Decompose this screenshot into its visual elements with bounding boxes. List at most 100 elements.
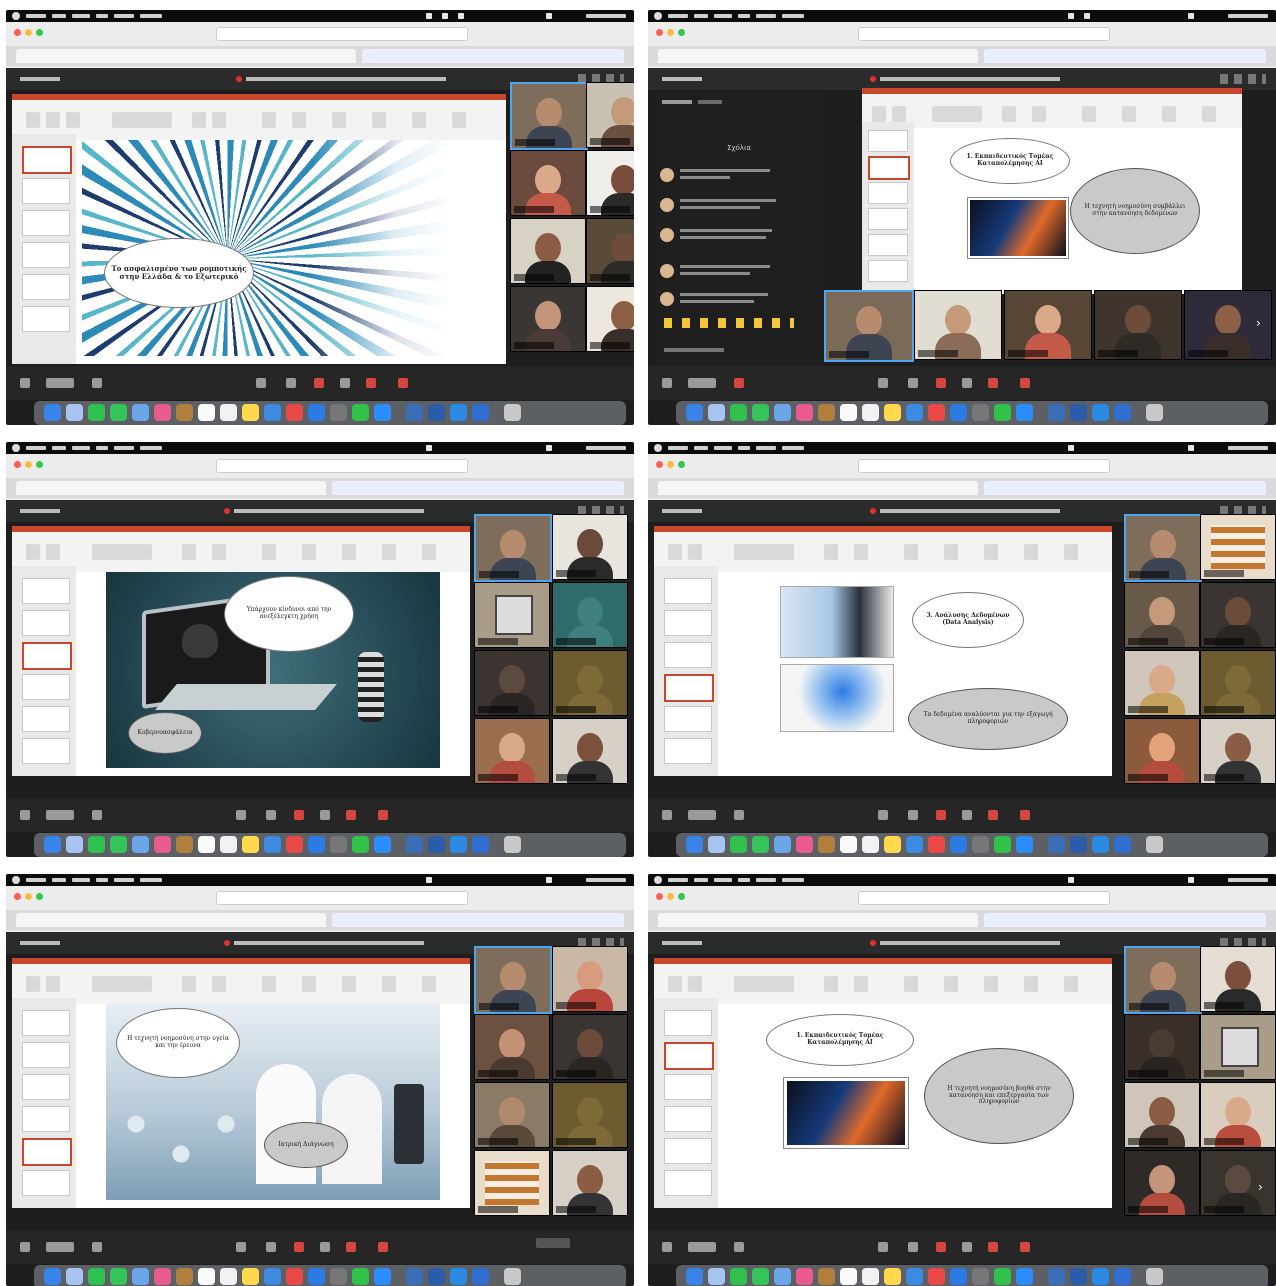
participant-video[interactable] <box>1124 514 1202 582</box>
slide-thumbnail[interactable] <box>664 610 712 636</box>
apple-icon[interactable] <box>654 876 662 884</box>
app-icon[interactable] <box>1092 404 1109 421</box>
wifi-icon[interactable] <box>1188 445 1194 451</box>
ribbon-button[interactable] <box>688 544 702 560</box>
ribbon-button[interactable] <box>26 544 40 560</box>
word-icon[interactable] <box>1070 1268 1087 1285</box>
close-window-icon[interactable] <box>14 29 21 36</box>
ribbon-button[interactable] <box>904 976 918 992</box>
participant-video[interactable] <box>586 286 634 352</box>
participant-video[interactable] <box>510 286 586 352</box>
whatsapp-icon[interactable] <box>994 1268 1011 1285</box>
slide-thumbnail[interactable] <box>22 210 70 236</box>
ribbon-button[interactable] <box>854 976 868 992</box>
window-controls[interactable] <box>1220 74 1266 84</box>
photos-icon[interactable] <box>796 1268 813 1285</box>
font-selector[interactable] <box>734 976 794 992</box>
status-icon[interactable] <box>1068 877 1074 883</box>
participants-button[interactable] <box>688 378 716 388</box>
minimize-window-icon[interactable] <box>25 461 32 468</box>
facetime-icon[interactable] <box>752 1268 769 1285</box>
participant-video[interactable] <box>510 150 586 216</box>
ribbon-button[interactable] <box>984 544 998 560</box>
menu-item[interactable] <box>694 878 708 882</box>
launchpad-icon[interactable] <box>66 1268 83 1285</box>
app-icon[interactable] <box>450 404 467 421</box>
ribbon-button[interactable] <box>26 976 40 992</box>
wifi-icon[interactable] <box>1188 13 1194 19</box>
finder-icon[interactable] <box>686 836 703 853</box>
reminders-icon[interactable] <box>862 836 879 853</box>
whatsapp-icon[interactable] <box>994 836 1011 853</box>
menu-item[interactable] <box>694 446 708 450</box>
menu-item[interactable] <box>52 878 66 882</box>
ribbon-button[interactable] <box>824 544 838 560</box>
slide-thumbnail[interactable] <box>22 578 70 604</box>
ribbon-button[interactable] <box>854 544 868 560</box>
menu-item[interactable] <box>668 446 688 450</box>
settings-icon[interactable] <box>330 836 347 853</box>
participant-video[interactable] <box>1124 1150 1200 1216</box>
participant-video[interactable] <box>1200 1150 1276 1216</box>
ribbon-button[interactable] <box>824 976 838 992</box>
notes-icon[interactable] <box>176 1268 193 1285</box>
menu-item[interactable] <box>668 14 688 18</box>
participant-video[interactable] <box>586 150 634 216</box>
zoom-icon[interactable] <box>374 1268 391 1285</box>
slide-thumbnail[interactable] <box>664 706 712 732</box>
minimize-window-icon[interactable] <box>25 893 32 900</box>
app-icon[interactable] <box>472 404 489 421</box>
menu-item[interactable] <box>140 14 162 18</box>
slide-thumbnail[interactable] <box>664 1170 712 1196</box>
ribbon-button[interactable] <box>342 544 356 560</box>
share-screen-icon[interactable] <box>908 810 918 820</box>
trash-icon[interactable] <box>1146 404 1163 421</box>
safari-icon[interactable] <box>906 404 923 421</box>
app-store-icon[interactable] <box>308 836 325 853</box>
menu-item[interactable] <box>714 446 732 450</box>
app-icon[interactable] <box>1114 404 1131 421</box>
end-icon[interactable] <box>398 378 408 388</box>
music-icon[interactable] <box>928 836 945 853</box>
status-icon[interactable] <box>1084 13 1090 19</box>
end-icon[interactable] <box>1020 378 1030 388</box>
photos-icon[interactable] <box>796 836 813 853</box>
slide-thumbnail[interactable] <box>664 642 712 668</box>
participants-button[interactable] <box>46 378 74 388</box>
app-icon[interactable] <box>450 836 467 853</box>
slide-thumbnail[interactable] <box>22 274 70 300</box>
apple-icon[interactable] <box>654 444 662 452</box>
status-icon[interactable] <box>426 13 432 19</box>
maps-icon[interactable] <box>774 836 791 853</box>
trash-icon[interactable] <box>504 404 521 421</box>
safari-icon[interactable] <box>264 1268 281 1285</box>
calendar-icon[interactable] <box>198 836 215 853</box>
share-screen-icon[interactable] <box>286 378 296 388</box>
trash-icon[interactable] <box>1146 836 1163 853</box>
participants-button[interactable] <box>46 810 74 820</box>
app-icon[interactable] <box>1114 836 1131 853</box>
word-icon[interactable] <box>428 404 445 421</box>
slide-thumbnail[interactable] <box>664 1138 712 1164</box>
chat-icon[interactable] <box>734 810 744 820</box>
preview-icon[interactable] <box>406 1268 423 1285</box>
menu-item[interactable] <box>738 14 750 18</box>
participant-video[interactable] <box>474 1014 550 1080</box>
maps-icon[interactable] <box>132 836 149 853</box>
stickies-icon[interactable] <box>884 404 901 421</box>
ribbon-button[interactable] <box>302 544 316 560</box>
menu-item[interactable] <box>756 878 776 882</box>
participant-video[interactable] <box>1124 1082 1200 1148</box>
menu-item[interactable] <box>140 878 162 882</box>
participant-video[interactable] <box>474 582 550 648</box>
chat-tab[interactable] <box>698 100 722 104</box>
photos-icon[interactable] <box>796 404 813 421</box>
share-screen-icon[interactable] <box>266 810 276 820</box>
menu-item[interactable] <box>714 878 732 882</box>
ribbon-button[interactable] <box>904 544 918 560</box>
apple-icon[interactable] <box>12 444 20 452</box>
apple-icon[interactable] <box>654 12 662 20</box>
participant-video[interactable] <box>1124 946 1202 1014</box>
ribbon-button[interactable] <box>422 976 436 992</box>
maps-icon[interactable] <box>132 404 149 421</box>
